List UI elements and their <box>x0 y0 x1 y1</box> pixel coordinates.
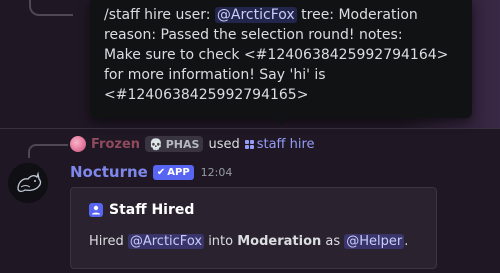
command-link[interactable]: staff hire <box>244 136 315 152</box>
reply-header[interactable]: Frozen 💀 PHAS used staff hire <box>70 135 315 153</box>
user-card-icon <box>89 203 103 217</box>
tooltip-user-mention: @ArcticFox <box>214 7 297 23</box>
tooltip-text: /staff hire user: @ArcticFox tree: Moder… <box>104 5 462 105</box>
reply-username[interactable]: Frozen <box>91 137 140 152</box>
tooltip-tree: tree: Moderation <box>296 7 418 23</box>
tooltip-line-1: /staff hire user: @ArcticFox tree: Moder… <box>104 5 462 25</box>
tooltip-command: /staff hire user: <box>104 7 215 23</box>
tooltip-line-2: reason: Passed the selection round! note… <box>104 27 403 43</box>
bot-name[interactable]: Nocturne <box>70 163 148 181</box>
reply-used-text: used <box>208 136 240 152</box>
guild-tag-label: PHAS <box>165 137 200 151</box>
tooltip-line-3: Make sure to check <#1240638425992794164… <box>104 47 449 63</box>
embed-description: Hired @ArcticFox into Moderation as @Hel… <box>89 234 408 249</box>
reply-avatar[interactable] <box>70 136 86 152</box>
tooltip-line-5: <#1240638425992794165> <box>104 87 309 103</box>
desc-hired: Hired <box>89 234 128 249</box>
tooltip-arrow <box>274 118 288 125</box>
guild-tag-badge[interactable]: 💀 PHAS <box>145 136 204 152</box>
timestamp[interactable]: 12:04 <box>201 166 233 179</box>
command-name: staff hire <box>256 136 315 152</box>
checkmark-icon: ✔ <box>156 166 166 178</box>
user-mention[interactable]: @ArcticFox <box>127 234 205 249</box>
tooltip-line-4: for more information! Say 'hi' is <box>104 67 326 83</box>
desc-into: into <box>204 234 238 249</box>
app-badge[interactable]: ✔ APP <box>152 164 194 180</box>
bot-avatar[interactable] <box>8 163 48 203</box>
embed: Staff Hired Hired @ArcticFox into Modera… <box>70 187 437 269</box>
role-mention[interactable]: @Helper <box>344 234 405 249</box>
command-icon <box>244 139 254 149</box>
reply-connector <box>28 144 68 158</box>
desc-as: as <box>321 234 345 249</box>
command-tooltip: /staff hire user: @ArcticFox tree: Moder… <box>90 0 472 125</box>
message-header: Nocturne ✔ APP 12:04 <box>70 162 232 182</box>
embed-title-text: Staff Hired <box>109 202 195 218</box>
embed-title: Staff Hired <box>89 202 194 218</box>
history-reply-connector <box>29 0 73 16</box>
skull-icon: 💀 <box>149 137 163 151</box>
fox-icon <box>8 163 48 203</box>
tree-name: Moderation <box>237 234 322 249</box>
desc-end: . <box>404 234 409 249</box>
app-badge-label: APP <box>167 166 190 178</box>
